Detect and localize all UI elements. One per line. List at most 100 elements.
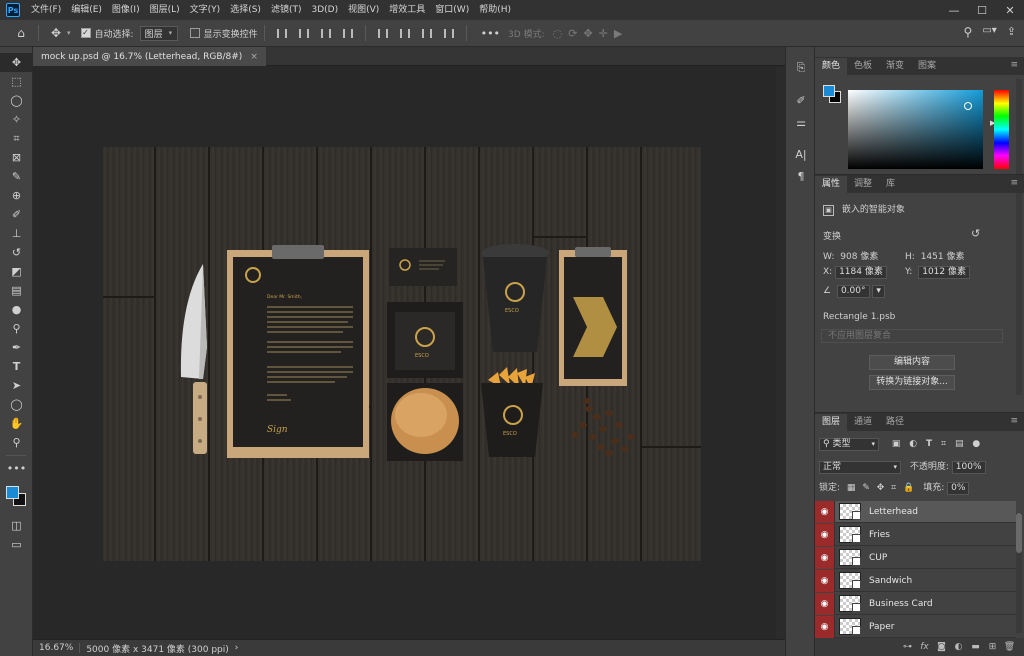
align-bottom-icon[interactable]	[418, 24, 436, 42]
menu-filter[interactable]: 滤镜(T)	[266, 0, 307, 20]
new-layer-icon[interactable]: ⊞	[984, 642, 1001, 652]
move-tool-icon[interactable]: ✥	[45, 22, 67, 44]
show-transform-checkbox[interactable]	[189, 28, 200, 38]
brushes-panel-icon[interactable]: ✐	[786, 89, 816, 111]
tab-properties[interactable]: 属性	[815, 176, 848, 193]
filter-adjustment-icon[interactable]: ◐	[909, 439, 917, 449]
menu-image[interactable]: 图像(I)	[107, 0, 145, 20]
marquee-tool-icon[interactable]: ⬚	[0, 72, 33, 91]
layer-filter-dropdown[interactable]: ⚲ 类型 ▾	[819, 438, 879, 451]
blur-tool-icon[interactable]: ●	[0, 300, 33, 319]
auto-select-target-dropdown[interactable]: 图层 ▾	[139, 25, 178, 41]
history-brush-tool-icon[interactable]: ↺	[0, 243, 33, 262]
shape-tool-icon[interactable]: ◯	[0, 395, 33, 414]
workspace-icon[interactable]: ▭▾	[982, 25, 996, 39]
visibility-eye-icon[interactable]: ◉	[815, 569, 835, 592]
blend-mode-dropdown[interactable]: 正常 ▾	[819, 461, 901, 474]
canvas-area[interactable]: Dear Mr. Smith, Sign ESCO ESCO ESCO	[33, 67, 785, 639]
eraser-tool-icon[interactable]: ◩	[0, 262, 33, 281]
fx-icon[interactable]: fx	[916, 642, 933, 652]
layer-row[interactable]: ◉ Fries	[815, 523, 1016, 546]
healing-brush-tool-icon[interactable]: ⊕	[0, 186, 33, 205]
menu-edit[interactable]: 编辑(E)	[66, 0, 107, 20]
filter-pixel-icon[interactable]: ▣	[892, 439, 901, 449]
folder-icon[interactable]: ▬	[967, 642, 984, 652]
tab-paths[interactable]: 路径	[879, 414, 911, 431]
visibility-eye-icon[interactable]: ◉	[815, 523, 835, 546]
magic-wand-tool-icon[interactable]: ✧	[0, 110, 33, 129]
lock-artboard-icon[interactable]: ⌗	[891, 483, 896, 493]
tab-patterns[interactable]: 图案	[911, 58, 943, 75]
tab-layers[interactable]: 图层	[815, 414, 848, 431]
document-canvas[interactable]: Dear Mr. Smith, Sign ESCO ESCO ESCO	[103, 147, 701, 561]
layer-row[interactable]: ◉ Sandwich	[815, 569, 1016, 592]
drag-3d-icon[interactable]: ✥	[583, 27, 592, 40]
lock-pixels-icon[interactable]: ✎	[862, 483, 870, 493]
filter-shape-icon[interactable]: ⌗	[941, 439, 946, 449]
lock-position-icon[interactable]: ✥	[877, 483, 885, 493]
document-tab[interactable]: mock up.psd @ 16.7% (Letterhead, RGB/8#)…	[33, 47, 266, 66]
tab-swatches[interactable]: 色板	[847, 58, 879, 75]
color-swatches[interactable]	[0, 478, 33, 508]
move-tool-icon[interactable]: ✥	[0, 53, 33, 72]
filter-toggle-icon[interactable]: ●	[972, 439, 980, 449]
more-tools-icon[interactable]: •••	[0, 459, 33, 478]
close-tab-icon[interactable]: ×	[250, 52, 258, 62]
visibility-eye-icon[interactable]: ◉	[815, 592, 835, 615]
menu-file[interactable]: 文件(F)	[26, 0, 66, 20]
camera-3d-icon[interactable]: ▶	[614, 27, 622, 40]
tab-gradients[interactable]: 渐变	[879, 58, 911, 75]
distribute-icon[interactable]	[339, 24, 357, 42]
slide-3d-icon[interactable]: ✛	[599, 27, 608, 40]
type-tool-icon[interactable]: T	[0, 357, 33, 376]
search-icon[interactable]: ⚲	[964, 25, 973, 39]
home-icon[interactable]: ⌂	[10, 22, 32, 44]
canvas-scrollbar[interactable]	[776, 67, 785, 639]
panel-menu-icon[interactable]: ≡	[1010, 60, 1018, 70]
align-top-icon[interactable]	[374, 24, 392, 42]
lock-all-icon[interactable]: 🔒	[903, 483, 914, 493]
share-icon[interactable]: ⇪	[1007, 25, 1016, 39]
align-vcenter-icon[interactable]	[396, 24, 414, 42]
menu-select[interactable]: 选择(S)	[225, 0, 266, 20]
color-panel-foreground-swatch[interactable]	[823, 85, 835, 97]
brush-tool-icon[interactable]: ✐	[0, 205, 33, 224]
quick-mask-icon[interactable]: ◫	[0, 516, 33, 535]
gradient-tool-icon[interactable]: ▤	[0, 281, 33, 300]
reset-transform-icon[interactable]: ↺	[971, 227, 980, 240]
zoom-tool-icon[interactable]: ⚲	[0, 433, 33, 452]
distribute-vertical-icon[interactable]	[440, 24, 458, 42]
filter-smart-object-icon[interactable]: ▤	[955, 439, 964, 449]
auto-select-checkbox[interactable]: ✓	[80, 28, 91, 38]
crop-tool-icon[interactable]: ⌗	[0, 129, 33, 148]
minimize-button[interactable]: —	[940, 0, 968, 20]
stamp-tool-icon[interactable]: ⊥	[0, 224, 33, 243]
eyedropper-tool-icon[interactable]: ✎	[0, 167, 33, 186]
menu-window[interactable]: 窗口(W)	[430, 0, 474, 20]
convert-to-linked-button[interactable]: 转换为链接对象...	[869, 375, 955, 390]
mask-icon[interactable]: ◙	[933, 642, 950, 652]
dodge-tool-icon[interactable]: ⚲	[0, 319, 33, 338]
foreground-color-swatch[interactable]	[6, 486, 19, 499]
menu-view[interactable]: 视图(V)	[343, 0, 384, 20]
align-right-icon[interactable]	[317, 24, 335, 42]
orbit-3d-icon[interactable]: ◌	[553, 27, 563, 40]
adjustments-panel-icon[interactable]: ⚌	[786, 111, 816, 133]
hue-slider[interactable]	[994, 90, 1009, 169]
adjustment-icon[interactable]: ◐	[950, 642, 967, 652]
roll-3d-icon[interactable]: ⟳	[568, 27, 577, 40]
lasso-tool-icon[interactable]: ◯	[0, 91, 33, 110]
tab-channels[interactable]: 通道	[847, 414, 879, 431]
layer-row[interactable]: ◉ CUP	[815, 546, 1016, 569]
layers-scrollbar-thumb[interactable]	[1016, 513, 1022, 553]
paragraph-panel-icon[interactable]: ¶	[786, 165, 816, 187]
tab-adjustments[interactable]: 调整	[847, 176, 879, 193]
chevron-down-icon[interactable]: ▾	[67, 29, 71, 37]
layer-row[interactable]: ◉ Letterhead	[815, 500, 1016, 523]
path-selection-tool-icon[interactable]: ➤	[0, 376, 33, 395]
hand-tool-icon[interactable]: ✋	[0, 414, 33, 433]
layer-row[interactable]: ◉ Business Card	[815, 592, 1016, 615]
align-left-icon[interactable]	[273, 24, 291, 42]
frame-tool-icon[interactable]: ⊠	[0, 148, 33, 167]
width-value[interactable]: 908 像素	[840, 252, 878, 262]
